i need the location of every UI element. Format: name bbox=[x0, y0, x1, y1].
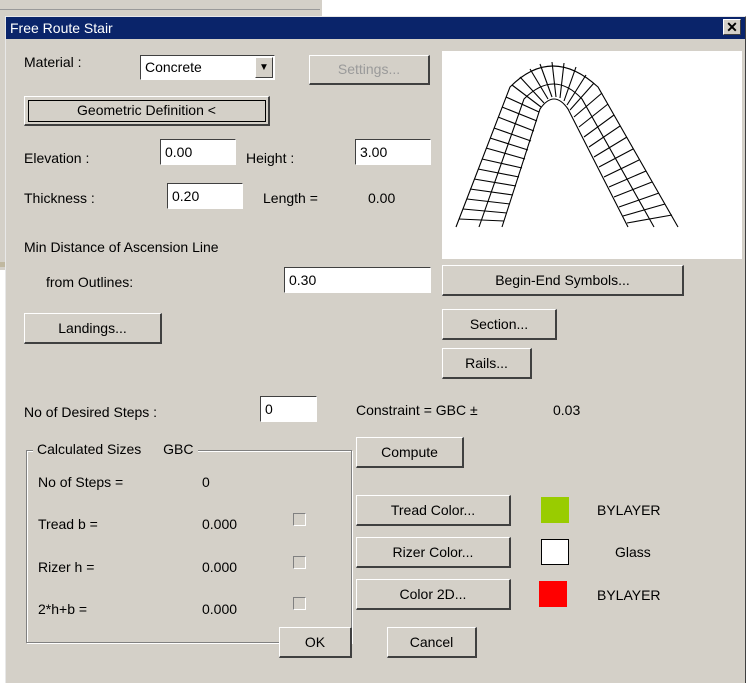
formula-checkbox[interactable] bbox=[293, 597, 306, 610]
length-label: Length = bbox=[263, 190, 318, 206]
length-value: 0.00 bbox=[368, 190, 396, 206]
constraint-label: Constraint = GBC ± bbox=[356, 402, 478, 418]
dialog-title: Free Route Stair bbox=[10, 20, 113, 36]
ok-button[interactable]: OK bbox=[279, 627, 352, 658]
begin-end-symbols-button[interactable]: Begin-End Symbols... bbox=[442, 265, 684, 296]
rizer-value: 0.000 bbox=[202, 559, 238, 575]
constraint-value: 0.03 bbox=[553, 402, 581, 418]
close-button[interactable]: ✕ bbox=[723, 19, 741, 35]
material-label: Material : bbox=[24, 54, 82, 70]
tread-color-button[interactable]: Tread Color... bbox=[356, 495, 511, 526]
tread-checkbox[interactable] bbox=[293, 513, 306, 526]
min-distance-label: Min Distance of Ascension Line bbox=[24, 239, 219, 255]
calculated-sizes-title: Calculated Sizes GBC bbox=[33, 441, 198, 457]
desired-steps-field[interactable]: 0 bbox=[260, 396, 317, 422]
chevron-down-icon[interactable]: ▼ bbox=[255, 57, 273, 78]
stair-preview-drawing bbox=[455, 61, 679, 228]
color-2d-text: BYLAYER bbox=[597, 587, 661, 603]
stair-preview bbox=[442, 51, 742, 259]
compute-button[interactable]: Compute bbox=[356, 437, 464, 468]
cancel-button[interactable]: Cancel bbox=[387, 627, 477, 658]
min-distance-field[interactable]: 0.30 bbox=[284, 267, 431, 293]
settings-button: Settings... bbox=[309, 55, 430, 85]
desired-steps-label: No of Desired Steps : bbox=[24, 404, 158, 420]
rizer-color-text: Glass bbox=[615, 544, 651, 560]
thickness-field[interactable]: 0.20 bbox=[167, 183, 243, 209]
tread-color-swatch bbox=[541, 497, 569, 523]
tread-value: 0.000 bbox=[202, 516, 238, 532]
formula-value: 0.000 bbox=[202, 601, 238, 617]
color-2d-swatch bbox=[539, 581, 567, 607]
tread-label: Tread b = bbox=[38, 516, 98, 532]
tread-color-text: BYLAYER bbox=[597, 502, 661, 518]
formula-label: 2*h+b = bbox=[38, 601, 88, 617]
material-value: Concrete bbox=[145, 59, 202, 75]
from-outlines-label: from Outlines: bbox=[46, 274, 134, 290]
rizer-label: Rizer h = bbox=[38, 559, 95, 575]
no-of-steps-label: No of Steps = bbox=[38, 474, 124, 490]
rails-button[interactable]: Rails... bbox=[442, 348, 532, 379]
rizer-color-button[interactable]: Rizer Color... bbox=[356, 537, 511, 568]
title-bar[interactable]: Free Route Stair ✕ bbox=[6, 17, 745, 39]
color-2d-button[interactable]: Color 2D... bbox=[356, 579, 511, 610]
free-route-stair-dialog: Free Route Stair ✕ Material : Concrete ▼… bbox=[5, 16, 746, 683]
landings-button[interactable]: Landings... bbox=[24, 313, 162, 344]
elevation-label: Elevation : bbox=[24, 150, 90, 166]
material-select[interactable]: Concrete ▼ bbox=[140, 55, 275, 80]
elevation-field[interactable]: 0.00 bbox=[160, 139, 236, 165]
no-of-steps-value: 0 bbox=[202, 474, 210, 490]
height-field[interactable]: 3.00 bbox=[355, 139, 431, 165]
rizer-color-swatch bbox=[541, 539, 569, 565]
height-label: Height : bbox=[246, 150, 295, 166]
calculated-sizes-label: Calculated Sizes bbox=[37, 441, 142, 457]
section-button[interactable]: Section... bbox=[442, 309, 557, 340]
geometric-definition-button[interactable]: Geometric Definition < bbox=[24, 96, 270, 126]
rizer-checkbox[interactable] bbox=[293, 556, 306, 569]
thickness-label: Thickness : bbox=[24, 190, 95, 206]
gbc-label: GBC bbox=[163, 441, 194, 457]
background-divider bbox=[0, 9, 320, 10]
